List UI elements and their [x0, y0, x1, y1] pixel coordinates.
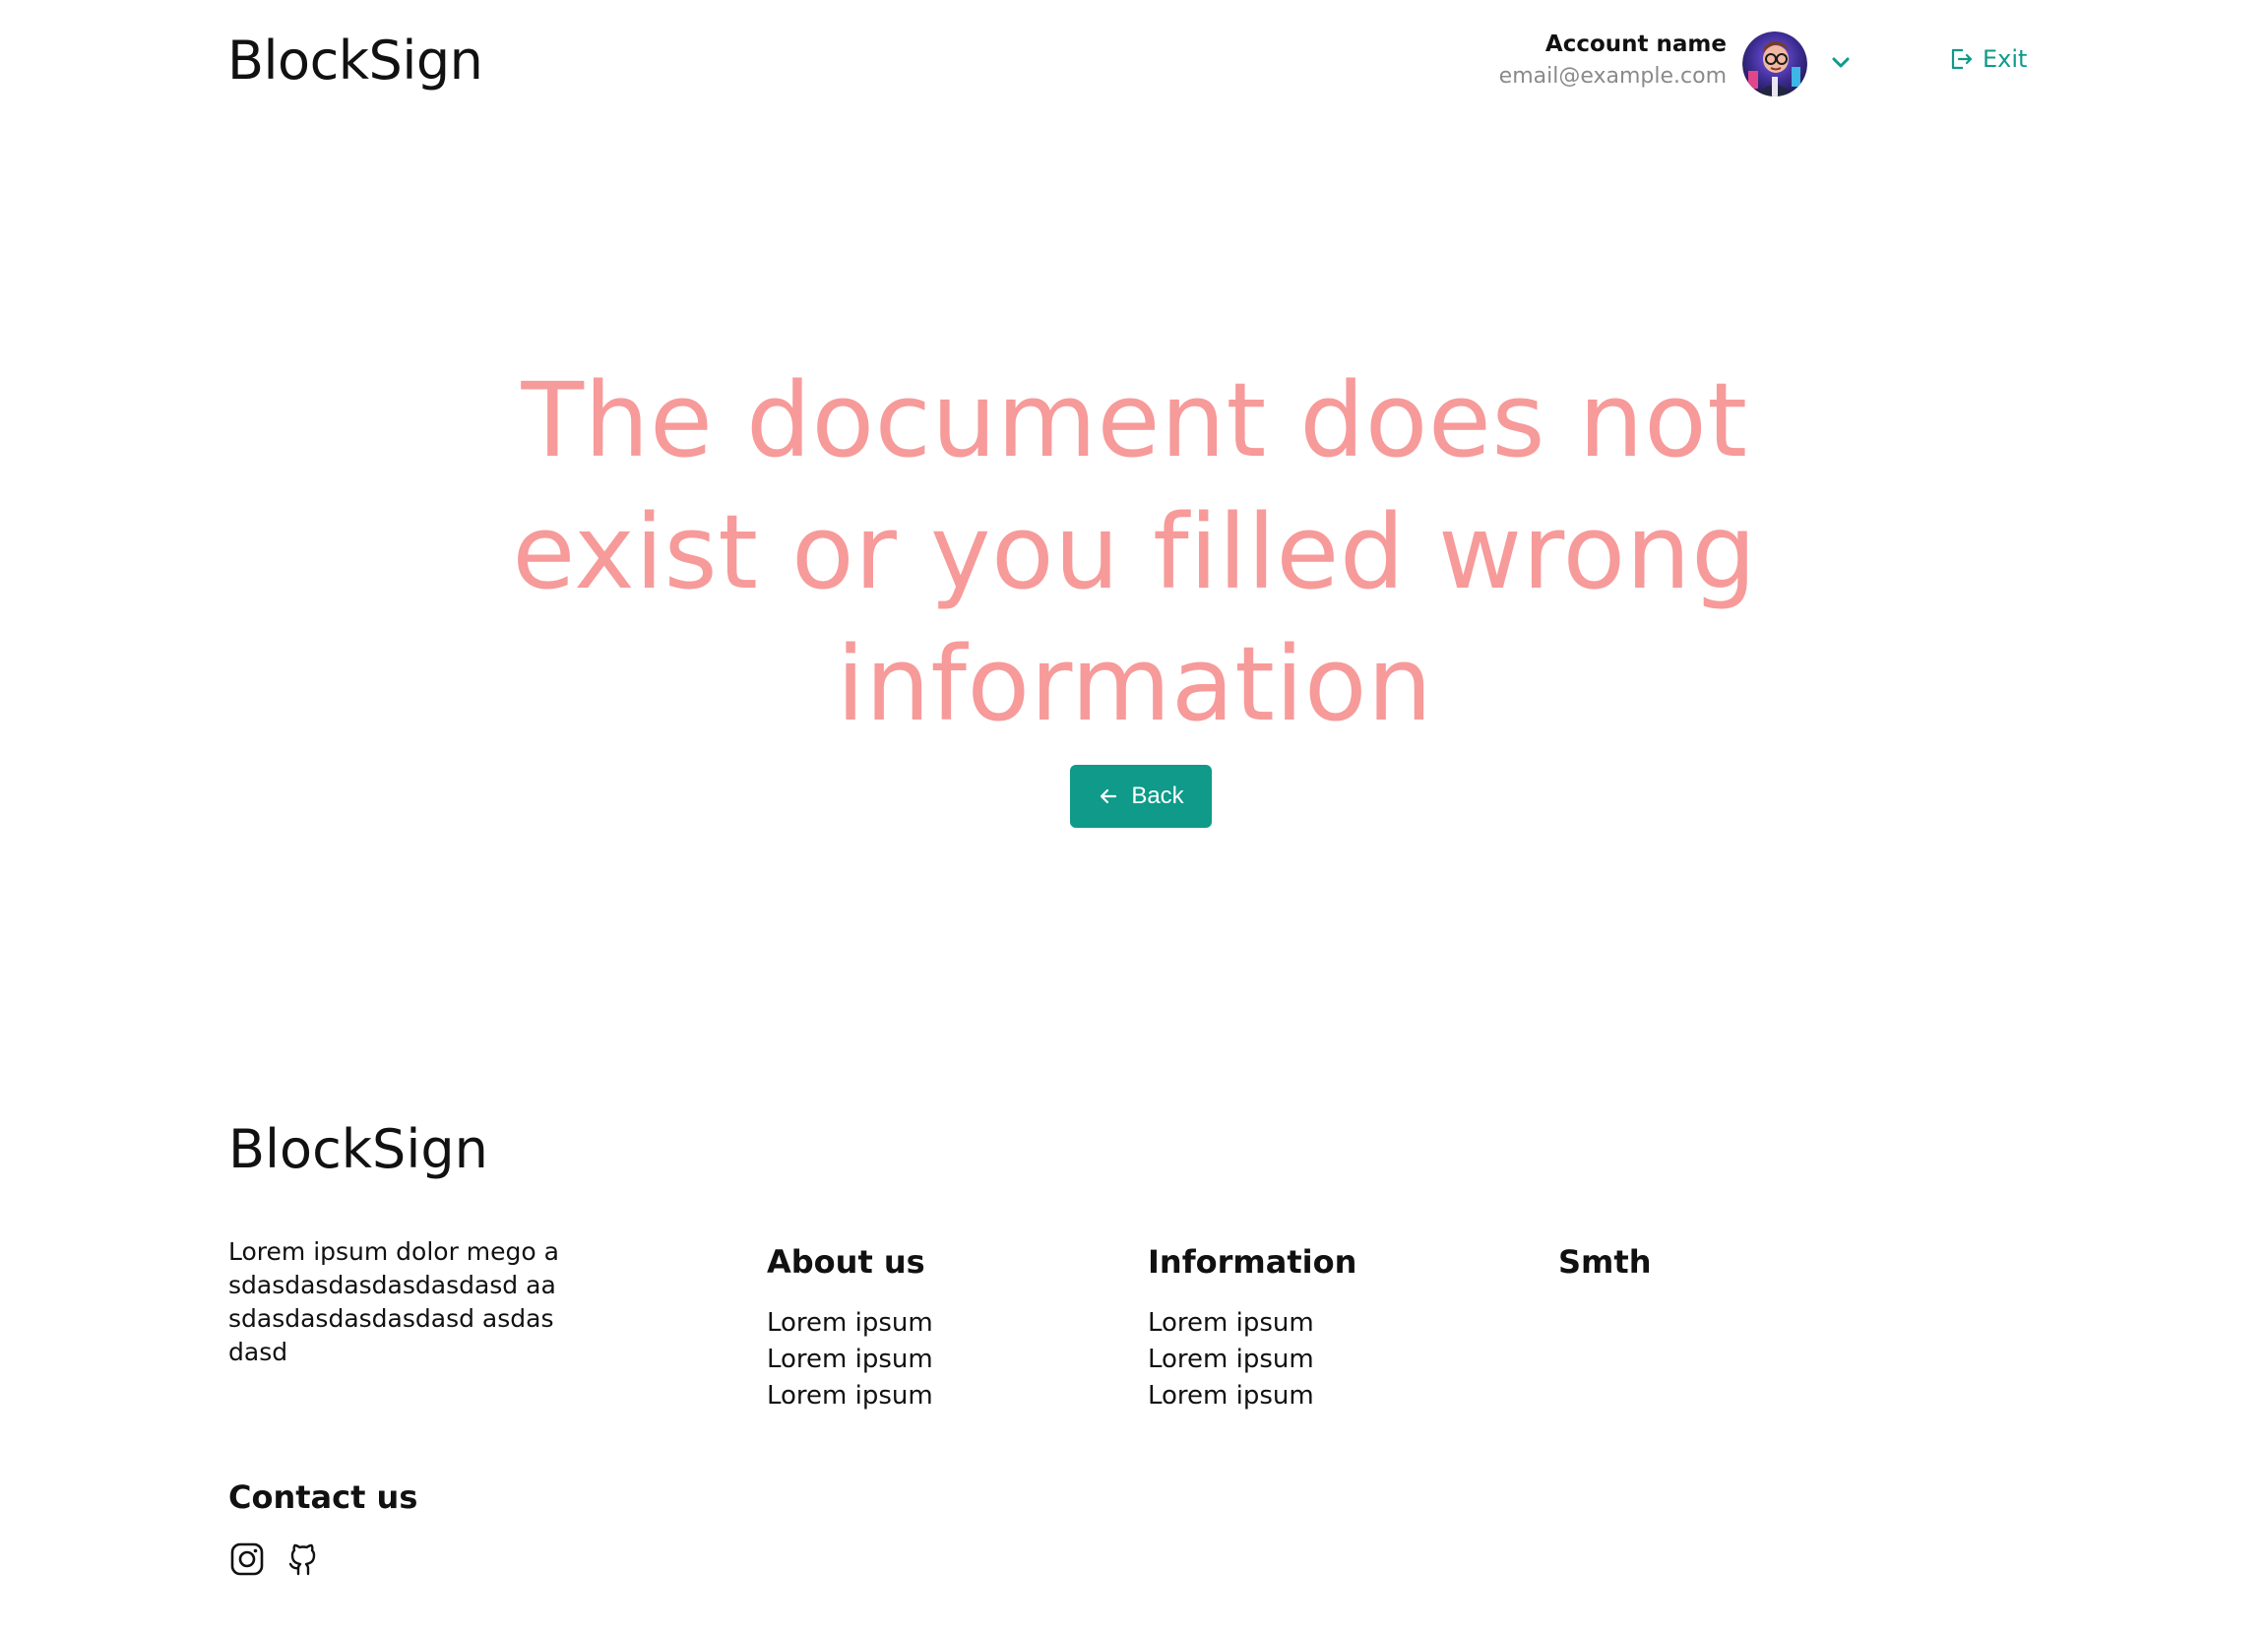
exit-button[interactable]: Exit [1949, 45, 2027, 73]
footer-column-information: Information Lorem ipsum Lorem ipsum Lore… [1148, 1242, 1356, 1414]
chevron-down-icon[interactable] [1827, 49, 1855, 77]
contact-title: Contact us [228, 1478, 418, 1516]
top-header: BlockSign Account name email@example.com [0, 0, 2268, 138]
footer-column-smth: Smth [1558, 1242, 1651, 1305]
header-logo[interactable]: BlockSign [227, 30, 483, 92]
back-label: Back [1131, 783, 1184, 809]
footer-column-title: Information [1148, 1243, 1357, 1281]
exit-label: Exit [1983, 45, 2028, 73]
avatar[interactable] [1742, 31, 1807, 96]
page: BlockSign Account name email@example.com [0, 0, 2268, 1633]
footer-description: Lorem ipsum dolor mego asdasdasdasdasdas… [228, 1237, 559, 1366]
footer-column-about: About us Lorem ipsum Lorem ipsum Lorem i… [767, 1242, 933, 1414]
logout-icon [1951, 48, 1973, 70]
arrow-left-icon [1101, 788, 1117, 804]
account-menu[interactable]: Account name email@example.com [1499, 28, 1727, 93]
avatar-image [1742, 31, 1807, 96]
footer-link[interactable]: Lorem ipsum [767, 1378, 933, 1414]
account-email: email@example.com [1498, 64, 1727, 89]
footer-link[interactable]: Lorem ipsum [767, 1305, 933, 1342]
error-message: The document does not exist or you fille… [512, 360, 1757, 744]
footer-link[interactable]: Lorem ipsum [1148, 1305, 1356, 1342]
footer-link[interactable]: Lorem ipsum [767, 1342, 933, 1378]
account-name: Account name [1544, 31, 1727, 57]
footer-link[interactable]: Lorem ipsum [1148, 1342, 1356, 1378]
footer-column-title: Smth [1558, 1243, 1652, 1281]
github-icon[interactable] [285, 1541, 321, 1577]
instagram-icon[interactable] [229, 1541, 265, 1577]
footer-link[interactable]: Lorem ipsum [1148, 1378, 1356, 1414]
footer-column-title: About us [767, 1243, 925, 1281]
footer-logo[interactable]: BlockSign [228, 1118, 488, 1180]
back-button[interactable]: Back [1070, 765, 1212, 828]
